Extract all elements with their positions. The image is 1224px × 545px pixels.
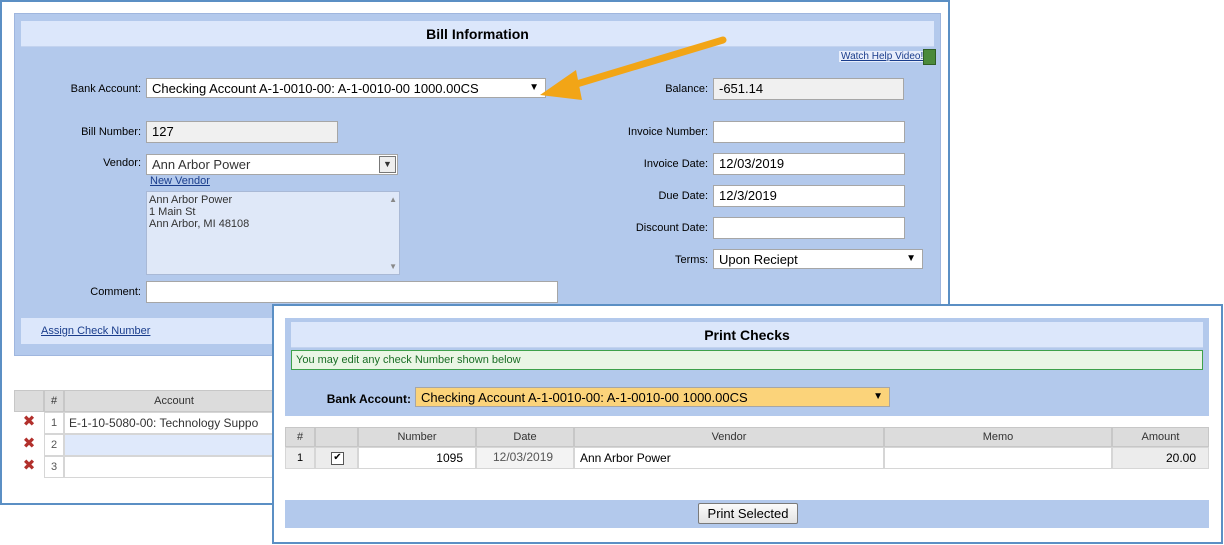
delete-row-icon[interactable]: ✖ (14, 456, 44, 478)
print-bank-account-select[interactable]: Checking Account A-1-0010-00: A-1-0010-0… (415, 387, 890, 407)
vendor-label: Vendor: (103, 157, 141, 169)
vendor-address-box[interactable]: Ann Arbor Power 1 Main St Ann Arbor, MI … (146, 191, 400, 275)
line-num-header: # (44, 390, 64, 412)
delete-row-icon[interactable]: ✖ (14, 412, 44, 434)
bank-account-select[interactable]: Checking Account A-1-0010-00: A-1-0010-0… (146, 78, 546, 98)
line-num: 3 (44, 456, 64, 478)
edit-check-notice: You may edit any check Number shown belo… (291, 350, 1203, 370)
vendor-header: Vendor (574, 427, 884, 447)
assign-check-number-link[interactable]: Assign Check Number (41, 325, 150, 337)
print-footer-bar: Print Selected (285, 500, 1209, 528)
scroll-down-icon[interactable]: ▼ (389, 262, 397, 271)
dropdown-arrow-icon: ▼ (873, 391, 883, 402)
comment-field[interactable] (146, 281, 558, 303)
check-number-field[interactable]: 1095 (358, 447, 476, 469)
orange-arrow-annotation (540, 36, 727, 100)
delete-row-icon[interactable]: ✖ (14, 434, 44, 456)
account-cell[interactable] (64, 456, 284, 478)
comment-label: Comment: (90, 286, 141, 298)
invoice-date-label: Invoice Date: (643, 158, 708, 170)
bank-account-label: Bank Account: (70, 83, 141, 95)
dropdown-arrow-icon: ▼ (906, 253, 916, 264)
check-memo-cell (884, 447, 1112, 469)
vendor-select[interactable]: Ann Arbor Power ▼ (146, 154, 398, 175)
terms-label: Terms: (675, 254, 708, 266)
print-checks-title: Print Checks (291, 322, 1203, 348)
address-line: Ann Arbor, MI 48108 (149, 218, 250, 230)
bill-title: Bill Information (21, 21, 934, 47)
check-vendor-cell: Ann Arbor Power (574, 447, 884, 469)
bill-number-label: Bill Number: (81, 126, 141, 138)
line-num: 2 (44, 434, 64, 456)
discount-date-label: Discount Date: (635, 222, 708, 234)
bill-number-field[interactable]: 127 (146, 121, 338, 143)
due-date-label: Due Date: (658, 190, 708, 202)
watch-help-video-link[interactable]: Watch Help Video! (839, 51, 926, 62)
invoice-number-field[interactable] (713, 121, 905, 143)
invoice-date-field[interactable]: 12/03/2019 (713, 153, 905, 175)
check-date-field[interactable]: 12/03/2019 (476, 447, 574, 469)
check-amount-cell: 20.00 (1112, 447, 1209, 469)
date-header: Date (476, 427, 574, 447)
due-date-field[interactable]: 12/3/2019 (713, 185, 905, 207)
print-bank-account-label: Bank Account: (326, 392, 411, 406)
discount-date-field[interactable] (713, 217, 905, 239)
new-vendor-link[interactable]: New Vendor (150, 175, 210, 187)
print-check-header (315, 427, 358, 447)
address-line: 1 Main St (149, 206, 196, 218)
bank-account-value: Checking Account A-1-0010-00: A-1-0010-0… (152, 81, 479, 96)
balance-field: -651.14 (713, 78, 904, 100)
terms-value: Upon Reciept (719, 252, 798, 267)
vendor-value: Ann Arbor Power (152, 157, 251, 172)
film-icon[interactable] (923, 49, 936, 65)
account-cell[interactable]: E-1-10-5080-00: Technology Suppo (64, 412, 284, 434)
print-checks-window: Print Checks You may edit any check Numb… (272, 304, 1223, 544)
print-checks-panel: Print Checks You may edit any check Numb… (285, 318, 1209, 416)
check-select-checkbox[interactable]: ✔ (331, 452, 344, 465)
scroll-up-icon[interactable]: ▲ (389, 195, 397, 204)
number-header: Number (358, 427, 476, 447)
line-num: 1 (44, 412, 64, 434)
address-line: Ann Arbor Power (149, 194, 233, 206)
print-selected-button[interactable]: Print Selected (698, 503, 798, 524)
print-row-num: 1 (285, 447, 315, 469)
chevron-down-icon: ▼ (379, 156, 396, 173)
memo-header: Memo (884, 427, 1112, 447)
amount-header: Amount (1112, 427, 1209, 447)
invoice-number-label: Invoice Number: (627, 126, 708, 138)
account-header: Account (64, 390, 284, 412)
print-bank-account-value: Checking Account A-1-0010-00: A-1-0010-0… (421, 390, 748, 405)
terms-select[interactable]: Upon Reciept ▼ (713, 249, 923, 269)
account-cell[interactable] (64, 434, 284, 456)
print-num-header: # (285, 427, 315, 447)
